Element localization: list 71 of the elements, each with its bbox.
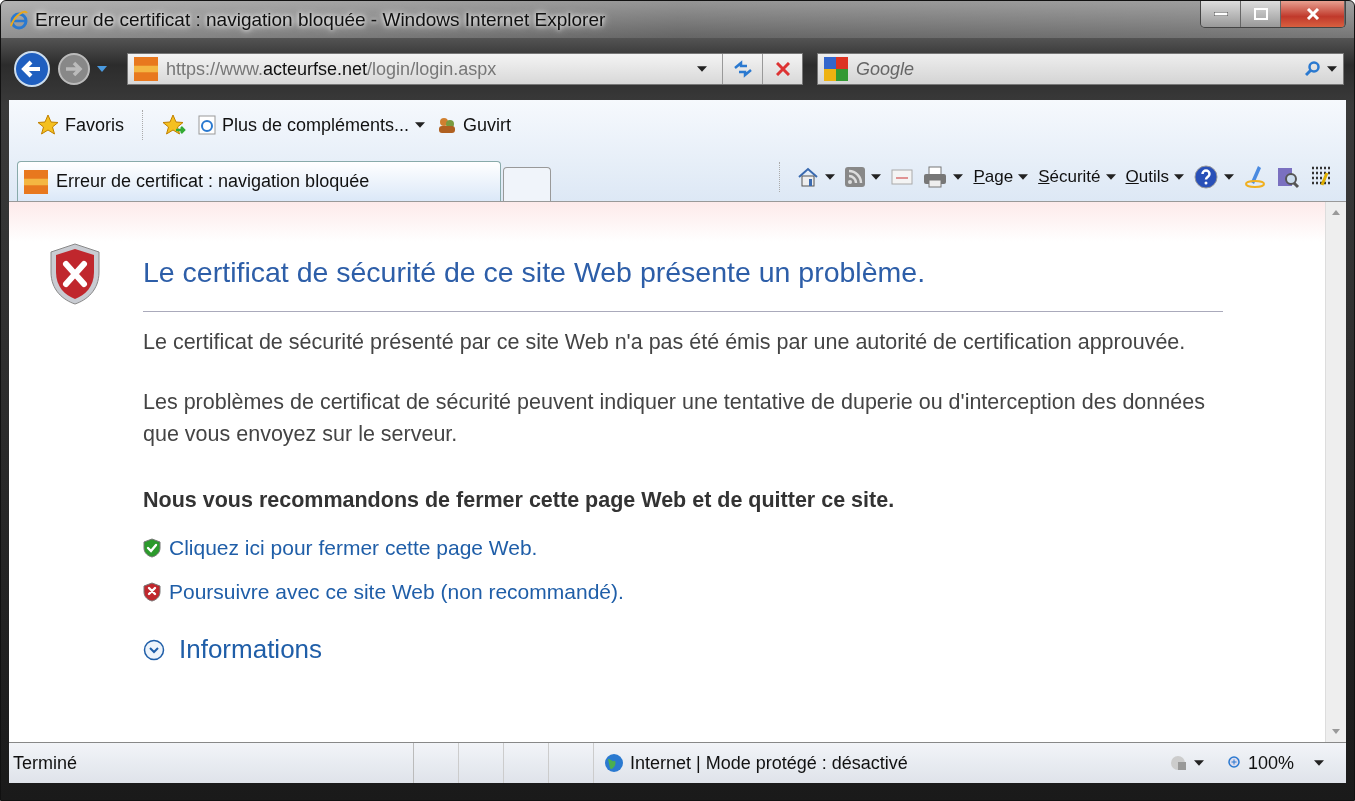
error-description: Les problèmes de certificat de sécurité peuvent indiquer une tentative de duperie ou d'interception des données que vous envoyez sur le serveur. bbox=[143, 389, 1206, 448]
pen-icon[interactable] bbox=[1244, 164, 1266, 190]
caret-icon bbox=[415, 122, 426, 128]
caret-icon bbox=[1018, 174, 1029, 180]
address-field[interactable]: https://www.acteurfse.net/login/login.aspx bbox=[127, 53, 803, 85]
caret-icon bbox=[1224, 174, 1234, 180]
forward-button[interactable] bbox=[57, 52, 91, 86]
search-options-caret-icon bbox=[1327, 66, 1337, 72]
check-shield-icon bbox=[143, 538, 161, 558]
error-shield-icon bbox=[47, 242, 103, 306]
home-button[interactable] bbox=[797, 166, 836, 188]
error-shield-icon bbox=[143, 582, 161, 602]
maximize-icon bbox=[1253, 8, 1268, 20]
caret-icon bbox=[871, 174, 882, 180]
close-icon bbox=[1305, 8, 1320, 20]
printer-icon bbox=[923, 166, 948, 188]
star-icon bbox=[37, 114, 59, 136]
back-button[interactable] bbox=[13, 50, 51, 88]
window-title: Erreur de certificat : navigation bloquée - Windows Internet Explorer bbox=[35, 8, 606, 31]
favorites-button[interactable]: Favoris bbox=[37, 114, 124, 136]
site-logo-icon bbox=[134, 57, 158, 81]
magnifier-icon bbox=[1227, 756, 1242, 770]
history-dropdown[interactable] bbox=[97, 66, 107, 72]
caret-icon bbox=[97, 66, 107, 72]
search-input[interactable]: Google bbox=[854, 57, 1299, 81]
toolbar-menu[interactable]: Outils bbox=[1125, 167, 1184, 187]
dropdown-caret-icon bbox=[697, 66, 707, 72]
globe-icon bbox=[604, 753, 624, 773]
continue-link[interactable]: Poursuivre avec ce site Web (non recommandé). bbox=[143, 580, 624, 604]
feeds-button[interactable] bbox=[845, 167, 882, 187]
caret-icon bbox=[1193, 760, 1204, 766]
url-text: https://www.acteurfse.net/login/login.aspx bbox=[166, 58, 497, 80]
close-page-link[interactable]: Cliquez ici pour fermer cette page Web. bbox=[143, 536, 538, 560]
security-zone-text: Internet | Mode protégé : désactivé bbox=[630, 752, 908, 774]
print-button[interactable] bbox=[923, 166, 964, 188]
chevron-circle-icon bbox=[143, 638, 165, 661]
toolbar-menu[interactable]: Sécurité bbox=[1038, 167, 1116, 187]
error-heading: Le certificat de sécurité de ce site Web présente un problème. bbox=[143, 256, 1223, 312]
caret-icon bbox=[953, 174, 964, 180]
add-favorite-icon[interactable] bbox=[162, 114, 186, 136]
feed-icon bbox=[845, 167, 866, 187]
caret-icon bbox=[1174, 174, 1184, 180]
more-info-toggle[interactable]: Informations bbox=[143, 634, 323, 665]
recommendation-text: Nous vous recommandons de fermer cette page Web et de quitter ce site. bbox=[143, 487, 896, 514]
maximize-button[interactable] bbox=[1241, 1, 1281, 27]
search-icon[interactable] bbox=[1305, 61, 1321, 77]
toolbar-menu[interactable]: Page bbox=[973, 167, 1029, 187]
help-button[interactable] bbox=[1194, 165, 1234, 189]
stop-icon bbox=[775, 62, 790, 76]
favorites-link[interactable]: Guvirt bbox=[437, 114, 512, 136]
search-field[interactable]: Google bbox=[817, 53, 1344, 85]
house-icon bbox=[797, 166, 820, 188]
error-description: Le certificat de sécurité présenté par ce site Web n'a pas été émis par une autorité de certification approuvée. bbox=[143, 329, 1187, 356]
browser-tab[interactable]: Erreur de certificat : navigation bloquée bbox=[17, 161, 501, 201]
browser-logo-icon bbox=[9, 9, 29, 30]
new-tab-button[interactable] bbox=[503, 167, 551, 201]
help-icon bbox=[1194, 165, 1218, 189]
site-logo-icon bbox=[24, 169, 48, 194]
status-text: Terminé bbox=[13, 752, 78, 774]
favorites-link[interactable]: Plus de compléments... bbox=[198, 114, 426, 136]
caret-icon bbox=[1105, 174, 1116, 180]
zoom-caret-icon bbox=[1314, 760, 1324, 766]
caret-icon bbox=[825, 174, 836, 180]
privacy-button[interactable] bbox=[1169, 754, 1204, 772]
minimize-button[interactable] bbox=[1201, 1, 1241, 27]
close-button[interactable] bbox=[1281, 1, 1345, 27]
refresh-arrows-icon bbox=[732, 60, 753, 78]
page-icon bbox=[198, 115, 216, 135]
search-provider-icon bbox=[824, 57, 848, 81]
zoom-button[interactable]: 100% bbox=[1227, 752, 1294, 774]
minimize-icon bbox=[1213, 12, 1228, 16]
